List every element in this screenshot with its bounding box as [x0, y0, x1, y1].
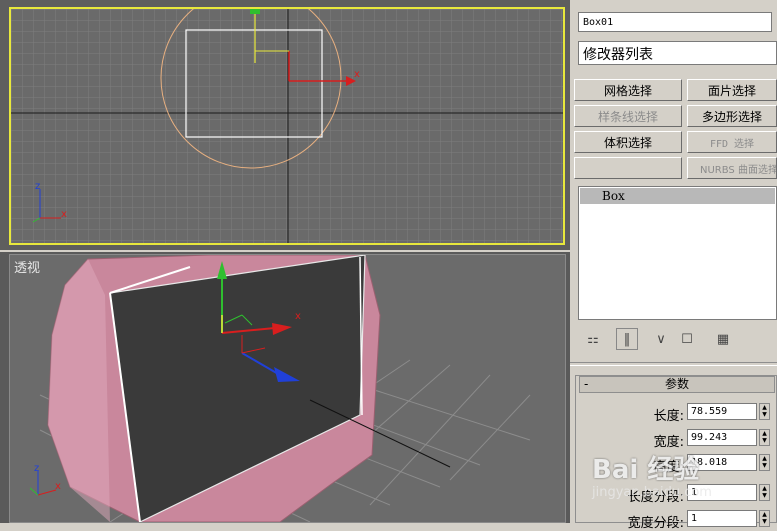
stack-toolbar: ⚏ ‖ ∨ ☐ ▦: [578, 328, 777, 352]
height-row: 高度: ▲▼: [576, 454, 776, 475]
perspective-scene: [29, 255, 531, 522]
parameters-title: 参数: [664, 377, 689, 391]
perspective-viewport[interactable]: 透视 x z x: [0, 252, 570, 523]
parameters-rollout-header[interactable]: - 参数: [579, 376, 775, 393]
make-unique-icon[interactable]: ∨: [650, 328, 672, 350]
width-segs-input[interactable]: [687, 510, 757, 527]
length-label: 长度:: [653, 409, 684, 424]
width-segs-label: 宽度分段:: [627, 516, 684, 531]
vol-select-button[interactable]: 体积选择: [574, 131, 682, 153]
width-row: 宽度: ▲▼: [576, 429, 776, 450]
top-viewport[interactable]: x z x: [0, 0, 570, 250]
persp-corner-z-label: z: [34, 463, 40, 474]
width-label: 宽度:: [653, 435, 684, 450]
top-corner-z-label: z: [35, 181, 41, 192]
perspective-viewport-label[interactable]: 透视: [14, 257, 40, 276]
mesh-select-button[interactable]: 网格选择: [574, 79, 682, 101]
show-end-result-icon[interactable]: ‖: [616, 328, 638, 350]
height-input[interactable]: [687, 454, 757, 471]
length-row: 长度: ▲▼: [576, 403, 776, 424]
length-input[interactable]: [687, 403, 757, 420]
stack-item-box[interactable]: Box: [580, 188, 775, 204]
width-segs-spinner[interactable]: ▲ ▼: [759, 510, 770, 527]
collapse-icon[interactable]: -: [584, 377, 588, 392]
pin-stack-icon[interactable]: ⚏: [582, 328, 604, 350]
length-spinner[interactable]: ▲ ▼: [759, 403, 770, 420]
remove-modifier-icon[interactable]: ☐: [676, 328, 698, 350]
perspective-viewport-canvas[interactable]: 透视 x z x: [9, 254, 566, 523]
empty-modifier-button[interactable]: [574, 157, 682, 179]
height-label: 高度:: [653, 460, 684, 475]
patch-select-button[interactable]: 面片选择: [687, 79, 777, 101]
width-input[interactable]: [687, 429, 757, 446]
persp-corner-x-label: x: [55, 481, 61, 492]
poly-select-button[interactable]: 多边形选择: [687, 105, 777, 127]
ffd-select-button[interactable]: FFD 选择: [687, 131, 777, 153]
width-segs-row: 宽度分段: ▲▼: [576, 510, 776, 531]
length-segs-spinner[interactable]: ▲ ▼: [759, 484, 770, 501]
nurbs-select-button[interactable]: NURBS 曲面选择: [687, 157, 777, 179]
top-axis-x-label: x: [354, 69, 360, 80]
parameters-rollout: - 参数 长度: ▲▼ 宽度: ▲▼ 高度: ▲▼ 长度分段: ▲▼ 宽度分段:…: [575, 375, 777, 531]
length-segs-input[interactable]: [687, 484, 757, 501]
command-panel: 修改器列表 网格选择 面片选择 样条线选择 多边形选择 体积选择 FFD 选择 …: [570, 0, 777, 531]
panel-divider: [570, 362, 777, 366]
modifier-list-dropdown[interactable]: 修改器列表: [578, 41, 777, 65]
object-name-field[interactable]: [578, 12, 772, 32]
spline-select-button[interactable]: 样条线选择: [574, 105, 682, 127]
top-viewport-canvas[interactable]: x z x: [9, 7, 565, 245]
configure-sets-icon[interactable]: ▦: [712, 328, 734, 350]
height-spinner[interactable]: ▲ ▼: [759, 454, 770, 471]
width-spinner[interactable]: ▲ ▼: [759, 429, 770, 446]
top-viewport-grid: [11, 9, 563, 243]
length-segs-row: 长度分段: ▲▼: [576, 484, 776, 505]
persp-axis-x-label: x: [295, 311, 301, 322]
top-corner-x-label: x: [61, 209, 67, 220]
length-segs-label: 长度分段:: [627, 490, 684, 505]
modifier-stack[interactable]: Box: [578, 186, 777, 320]
